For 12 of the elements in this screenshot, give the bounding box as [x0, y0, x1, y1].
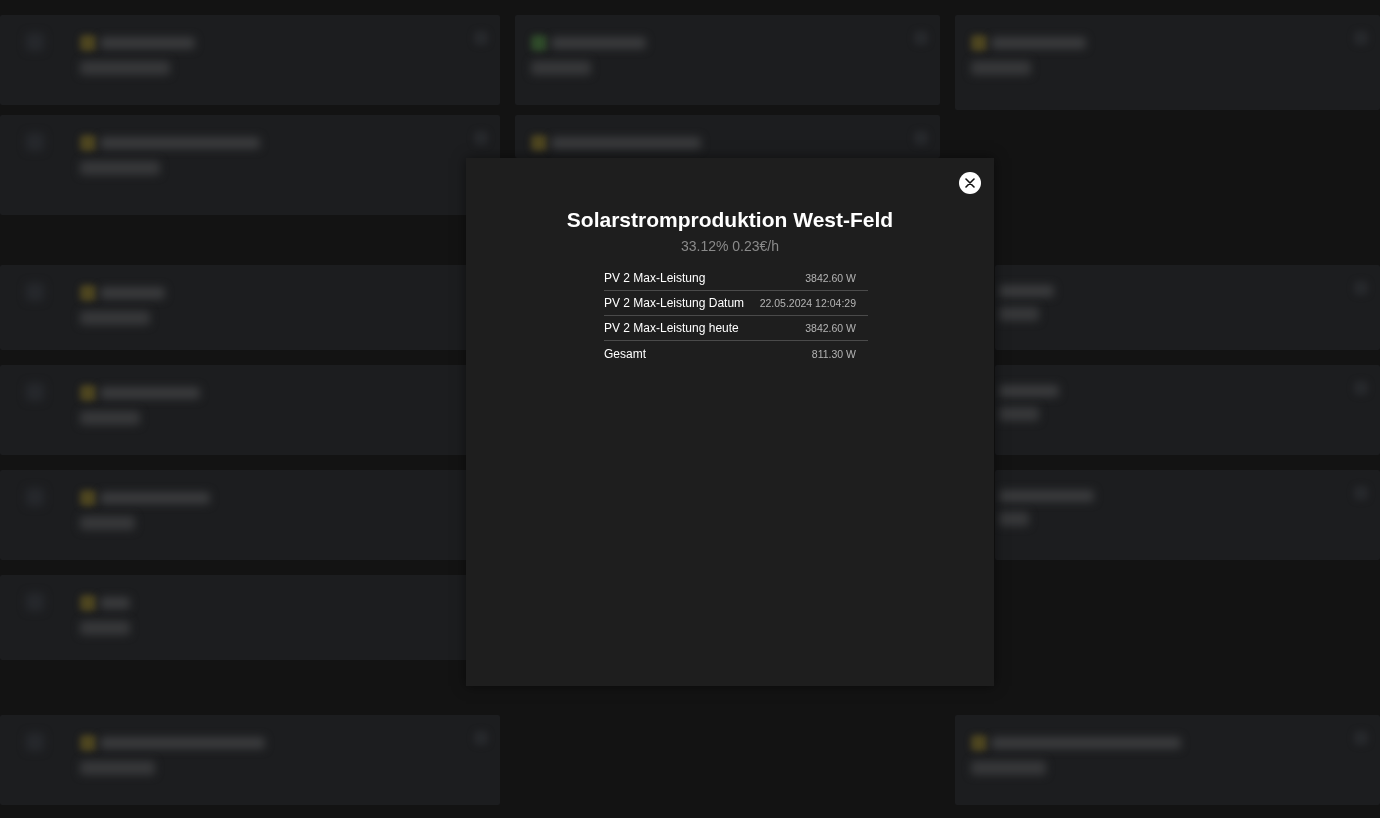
stat-value: 3842.60 W — [805, 271, 856, 285]
modal-subtitle: 33.12% 0.23€/h — [680, 237, 780, 256]
stat-value: 22.05.2024 12:04:29 — [759, 296, 856, 310]
close-button[interactable] — [959, 172, 981, 194]
stat-label: PV 2 Max-Leistung — [604, 270, 706, 286]
stat-value: 3842.60 W — [805, 321, 856, 335]
stat-label: PV 2 Max-Leistung heute — [604, 320, 739, 336]
stat-label: Gesamt — [604, 345, 646, 362]
modal-title: Solarstromproduktion West-Feld — [566, 207, 894, 233]
stat-value: 811.30 W — [811, 346, 856, 361]
close-icon — [965, 178, 975, 188]
stat-label: PV 2 Max-Leistung Datum — [604, 295, 745, 311]
